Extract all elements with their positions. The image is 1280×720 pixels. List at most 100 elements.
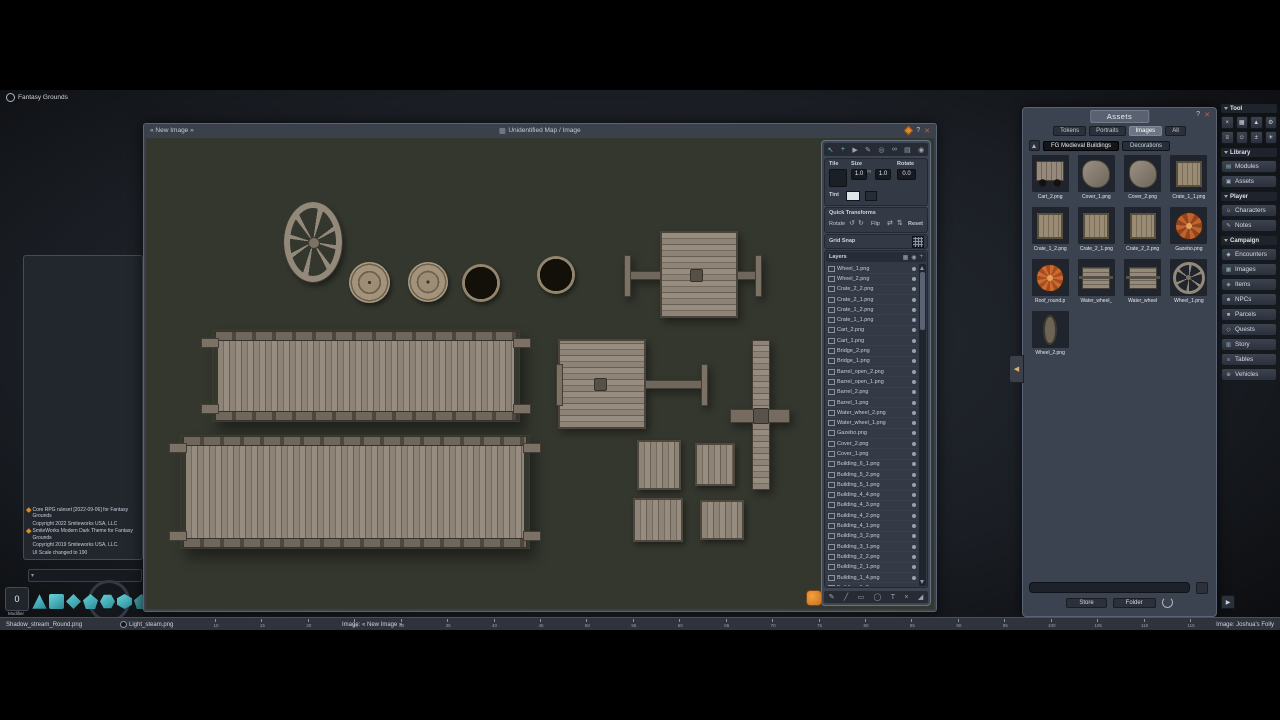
draw-icon[interactable]: ✎ (829, 593, 835, 601)
image-window-titlebar[interactable]: « New Image » Unidentified Map / Image ?… (144, 124, 936, 137)
layer-row[interactable]: Building_6_1.png (826, 460, 918, 470)
asset-thumbnail[interactable]: Crate_1_1.png (1167, 154, 1211, 200)
asset-thumbnail[interactable]: Wheel_2.png (1028, 310, 1072, 356)
flip-horizontal-icon[interactable]: ⇄ (887, 219, 893, 227)
rect-icon[interactable]: ▭ (858, 593, 865, 601)
layer-row[interactable]: Building_4_3.png (826, 501, 918, 511)
refresh-icon[interactable] (1162, 597, 1173, 608)
barrel-asset[interactable] (408, 262, 448, 302)
layer-row[interactable]: Building_2_1.png (826, 563, 918, 573)
layer-row[interactable]: Cover_1.png (826, 449, 918, 459)
sidebar-item-notes[interactable]: ✎ Notes (1221, 219, 1277, 232)
asset-thumbnail[interactable]: Wheel_1.png (1167, 258, 1211, 304)
open-barrel-asset[interactable] (537, 256, 575, 294)
asset-thumbnail[interactable]: Roof_round.p (1028, 258, 1072, 304)
chat-mode-dropdown-icon[interactable]: ▾ (29, 572, 34, 579)
layer-visibility-icon[interactable] (912, 565, 916, 569)
d8-die[interactable] (66, 594, 81, 609)
close-icon[interactable]: ✕ (924, 127, 930, 135)
layer-visibility-icon[interactable] (912, 277, 916, 281)
close-windows-icon[interactable]: × (1221, 116, 1234, 129)
link-icon[interactable]: ∞ (867, 169, 871, 175)
help-icon[interactable]: ? (1196, 111, 1200, 118)
campaign-section-header[interactable]: Campaign (1221, 236, 1277, 245)
visibility-icon[interactable]: ◉ (911, 254, 916, 261)
zoom-tool-icon[interactable]: ◎ (878, 146, 884, 154)
layer-visibility-icon[interactable] (912, 483, 916, 487)
tile-preview[interactable] (829, 169, 847, 187)
options-icon[interactable]: ⚙ (1265, 116, 1278, 129)
d4-die[interactable] (32, 594, 47, 609)
grid-snap-toggle-icon[interactable] (912, 236, 924, 248)
sidebar-collapse-arrow[interactable]: ◀ (1009, 355, 1024, 383)
sidebar-item-vehicles[interactable]: ⊕ Vehicles (1221, 368, 1277, 381)
shard-diamond-icon[interactable] (904, 126, 914, 136)
layer-row[interactable]: Building_5_1.png (826, 480, 918, 490)
layer-row[interactable]: Cart_2.png (826, 326, 918, 336)
layer-visibility-icon[interactable] (912, 462, 916, 466)
layer-visibility-icon[interactable] (912, 390, 916, 394)
layer-visibility-icon[interactable] (912, 442, 916, 446)
layer-visibility-icon[interactable] (912, 514, 916, 518)
layer-row[interactable]: Wheel_2.png (826, 274, 918, 284)
rotate-left-icon[interactable]: ↺ (849, 219, 855, 227)
link-tool-icon[interactable]: ∞ (892, 146, 897, 153)
assets-tab[interactable]: Tokens (1053, 126, 1086, 136)
asset-thumbnail[interactable]: Cover_1.png (1074, 154, 1118, 200)
bridge-asset[interactable] (180, 435, 530, 549)
lighting-icon[interactable]: ☀ (1265, 131, 1278, 144)
layer-row[interactable]: Building_5_2.png (826, 470, 918, 480)
scrollbar-thumb[interactable] (920, 272, 925, 330)
sidebar-item-story[interactable]: ▥ Story (1221, 338, 1277, 351)
layer-visibility-icon[interactable] (912, 524, 916, 528)
water-wheel-asset[interactable] (624, 228, 762, 321)
draw-tool-icon[interactable]: ✎ (865, 146, 871, 154)
layer-visibility-icon[interactable] (912, 401, 916, 405)
open-barrel-asset[interactable] (462, 264, 500, 302)
layer-row[interactable]: Gazebo.png (826, 429, 918, 439)
layer-visibility-icon[interactable] (912, 298, 916, 302)
select-tool-icon[interactable]: ↖ (828, 146, 834, 154)
layer-visibility-icon[interactable] (912, 349, 916, 353)
reset-button[interactable]: Reset (908, 221, 923, 227)
sidebar-item-npcs[interactable]: ☻ NPCs (1221, 293, 1277, 306)
sidebar-item-items[interactable]: ◈ Items (1221, 278, 1277, 291)
modifier-box[interactable]: 0 (5, 587, 29, 611)
layer-visibility-icon[interactable] (912, 503, 916, 507)
layer-row[interactable]: Water_wheel_2.png (826, 408, 918, 418)
asset-thumbnail[interactable]: Crate_2_1.png (1074, 206, 1118, 252)
sidebar-item-parcels[interactable]: ■ Parcels (1221, 308, 1277, 321)
layer-visibility-icon[interactable] (912, 452, 916, 456)
sidebar-expand-arrow[interactable]: ▶ (1221, 595, 1235, 609)
filter-icon[interactable] (1196, 582, 1208, 594)
layer-visibility-icon[interactable] (912, 380, 916, 384)
layer-visibility-icon[interactable] (912, 534, 916, 538)
layers-scrollbar[interactable] (919, 264, 926, 586)
window-grid-icon[interactable]: ▦ (1236, 116, 1249, 129)
layer-visibility-icon[interactable] (912, 339, 916, 343)
layer-row[interactable]: Building_3_2.png (826, 532, 918, 542)
layer-visibility-icon[interactable] (912, 308, 916, 312)
pan-tool-icon[interactable]: + (841, 146, 845, 153)
scroll-up-icon[interactable] (920, 266, 924, 270)
layer-row[interactable]: Building_1_3.png (826, 583, 918, 586)
asset-thumbnail[interactable]: Cart_2.png (1028, 154, 1072, 200)
d10-die[interactable] (83, 594, 98, 609)
line-icon[interactable]: ╱ (844, 593, 848, 601)
crate-asset[interactable] (700, 500, 744, 540)
layer-row[interactable]: Wheel_1.png (826, 264, 918, 274)
layer-visibility-icon[interactable] (912, 287, 916, 291)
breadcrumb-module[interactable]: FG Medieval Buildings (1043, 141, 1119, 151)
tint-swatch[interactable] (846, 191, 860, 201)
layer-row[interactable]: Barrel_open_1.png (826, 377, 918, 387)
layer-row[interactable]: Building_4_4.png (826, 491, 918, 501)
layer-row[interactable]: Bridge_2.png (826, 346, 918, 356)
party-icon[interactable]: ☺ (1236, 131, 1249, 144)
layers-tool-icon[interactable]: ▤ (904, 146, 911, 154)
sidebar-item-tables[interactable]: ≡ Tables (1221, 353, 1277, 366)
text-icon[interactable]: T (891, 594, 895, 601)
layer-visibility-icon[interactable] (912, 370, 916, 374)
layer-visibility-icon[interactable] (912, 555, 916, 559)
tool-section-header[interactable]: Tool (1221, 104, 1277, 113)
layer-visibility-icon[interactable] (912, 359, 916, 363)
